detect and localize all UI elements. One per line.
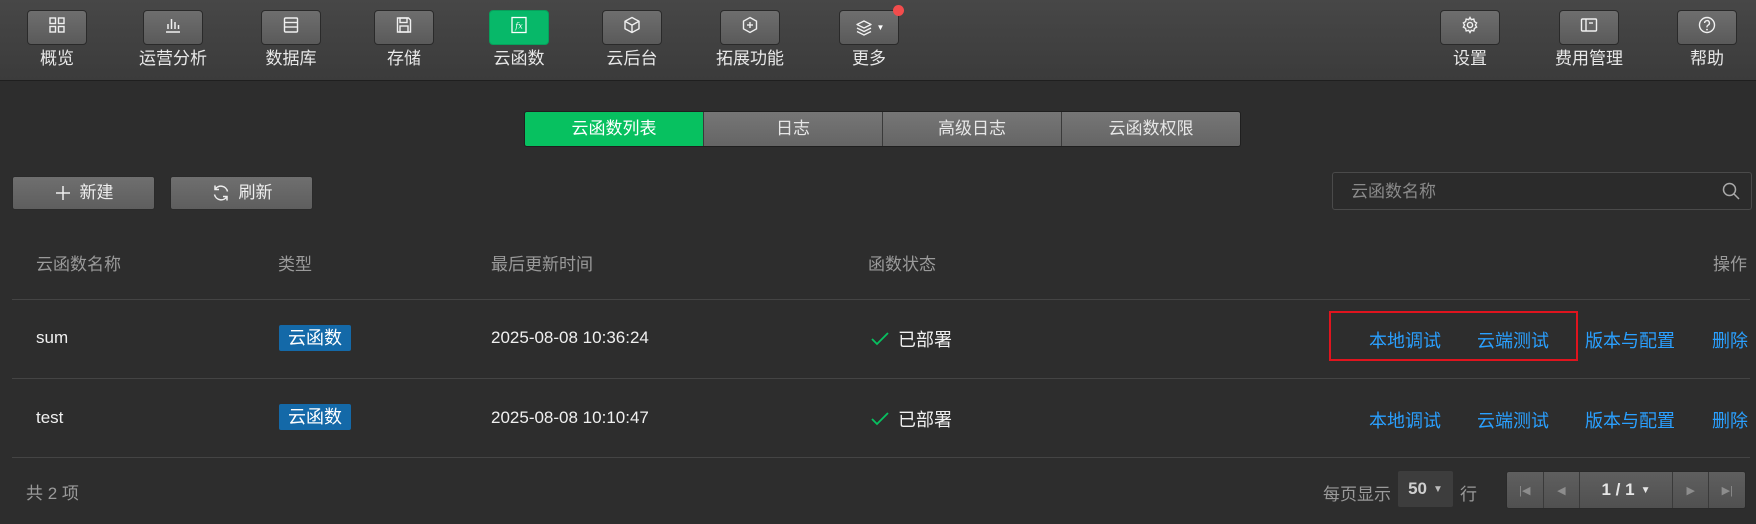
- row-divider: [12, 457, 1750, 458]
- column-header-status: 函数状态: [868, 255, 936, 274]
- toolbar-label: 更多: [852, 49, 886, 68]
- last-page-icon: ▶|: [1721, 484, 1733, 497]
- page-select[interactable]: 1 / 1 ▼: [1580, 472, 1673, 508]
- page-indicator: 1 / 1: [1601, 480, 1635, 499]
- gear-icon: [1460, 15, 1480, 40]
- pagination: |◀ ◀ 1 / 1 ▼ ▶ ▶|: [1506, 471, 1746, 509]
- layers-icon: ▼: [854, 18, 885, 38]
- next-page-button[interactable]: ▶: [1672, 472, 1710, 508]
- status-text: 已部署: [898, 410, 952, 430]
- toolbar-extensions[interactable]: 拓展功能: [705, 10, 795, 69]
- column-header-updated: 最后更新时间: [491, 255, 593, 274]
- highlight-box: [1329, 311, 1578, 361]
- prev-page-icon: ◀: [1557, 484, 1566, 497]
- updated-time: 2025-08-08 10:36:24: [491, 328, 649, 347]
- updated-time: 2025-08-08 10:10:47: [491, 408, 649, 427]
- grid-icon: [47, 15, 67, 40]
- tab-advanced-logs[interactable]: 高级日志: [883, 112, 1062, 146]
- database-icon: [281, 15, 301, 40]
- wallet-icon: [1579, 15, 1599, 40]
- column-header-name: 云函数名称: [36, 255, 121, 274]
- per-page-label: 每页显示: [1323, 485, 1391, 504]
- chevron-down-icon: ▼: [876, 23, 885, 32]
- refresh-button-label: 刷新: [238, 183, 273, 202]
- next-page-icon: ▶: [1686, 484, 1695, 497]
- total-count: 共 2 项: [26, 484, 79, 503]
- top-toolbar: 概览 运营分析 数据库 存储 fx 云函数 云后台 拓展功能 ▼ 更多 设置 费…: [0, 0, 1756, 81]
- last-page-button[interactable]: ▶|: [1709, 472, 1745, 508]
- toolbar-label: 运营分析: [139, 49, 207, 68]
- help-icon: [1697, 15, 1717, 40]
- toolbar-label: 帮助: [1690, 49, 1724, 68]
- toolbar-billing[interactable]: 费用管理: [1544, 10, 1634, 69]
- toolbar-settings[interactable]: 设置: [1425, 10, 1515, 69]
- toolbar-database[interactable]: 数据库: [246, 10, 336, 69]
- per-page-select[interactable]: 50 ▼: [1398, 471, 1453, 507]
- status-text: 已部署: [898, 330, 952, 350]
- function-icon: fx: [509, 15, 529, 40]
- toolbar-label: 费用管理: [1555, 49, 1623, 68]
- toolbar-storage[interactable]: 存储: [359, 10, 449, 69]
- new-button-label: 新建: [79, 183, 114, 202]
- type-badge: 云函数: [279, 404, 351, 430]
- bar-chart-icon: [163, 15, 183, 40]
- toolbar-cloud-backend[interactable]: 云后台: [587, 10, 677, 69]
- chevron-down-icon: ▼: [1433, 483, 1443, 495]
- toolbar-cloud-function[interactable]: fx 云函数: [474, 10, 564, 69]
- tab-logs[interactable]: 日志: [704, 112, 883, 146]
- column-header-type: 类型: [278, 255, 312, 274]
- tab-permissions[interactable]: 云函数权限: [1062, 112, 1240, 146]
- toolbar-label: 数据库: [265, 49, 317, 68]
- version-config-link[interactable]: 版本与配置: [1585, 327, 1675, 353]
- toolbar-label: 云函数: [493, 49, 545, 68]
- chevron-down-icon: ▼: [1640, 484, 1651, 496]
- refresh-button[interactable]: 刷新: [170, 176, 313, 210]
- toolbar-overview[interactable]: 概览: [12, 10, 102, 69]
- toolbar-label: 存储: [387, 49, 421, 68]
- version-config-link[interactable]: 版本与配置: [1585, 407, 1675, 433]
- toolbar-help[interactable]: 帮助: [1662, 10, 1752, 69]
- prev-page-button[interactable]: ◀: [1543, 472, 1581, 508]
- new-button[interactable]: 新建: [12, 176, 155, 210]
- delete-link[interactable]: 删除: [1712, 407, 1748, 433]
- cloud-test-link[interactable]: 云端测试: [1477, 407, 1549, 433]
- function-name: sum: [36, 328, 69, 347]
- fx-icon-text: fx: [514, 22, 523, 31]
- search-input[interactable]: [1349, 173, 1713, 211]
- plus-icon: [54, 184, 72, 202]
- cube-icon: [622, 15, 642, 40]
- search-box: [1332, 172, 1752, 211]
- notification-dot: [893, 5, 904, 16]
- status-deployed: 已部署: [870, 406, 952, 432]
- status-deployed: 已部署: [870, 326, 952, 352]
- search-icon[interactable]: [1721, 181, 1741, 206]
- tab-function-list[interactable]: 云函数列表: [525, 112, 704, 146]
- column-header-ops: 操作: [1713, 255, 1747, 274]
- type-badge: 云函数: [279, 325, 351, 351]
- per-page-suffix: 行: [1460, 485, 1477, 504]
- toolbar-label: 概览: [40, 49, 74, 68]
- check-icon: [870, 330, 890, 348]
- toolbar-label: 设置: [1453, 49, 1487, 68]
- per-page-value: 50: [1408, 479, 1427, 498]
- function-name: test: [36, 408, 64, 427]
- row-divider: [12, 299, 1750, 300]
- first-page-icon: |◀: [1519, 484, 1531, 497]
- local-debug-link[interactable]: 本地调试: [1369, 407, 1441, 433]
- refresh-icon: [211, 183, 231, 203]
- row-divider: [12, 378, 1750, 379]
- save-icon: [394, 15, 414, 40]
- function-tabs: 云函数列表 日志 高级日志 云函数权限: [524, 111, 1241, 147]
- toolbar-more[interactable]: ▼ 更多: [824, 5, 914, 69]
- delete-link[interactable]: 删除: [1712, 327, 1748, 353]
- toolbar-analytics[interactable]: 运营分析: [128, 10, 218, 69]
- toolbar-label: 云后台: [606, 49, 658, 68]
- extension-icon: [740, 15, 760, 40]
- first-page-button[interactable]: |◀: [1507, 472, 1544, 508]
- toolbar-label: 拓展功能: [716, 49, 784, 68]
- check-icon: [870, 410, 890, 428]
